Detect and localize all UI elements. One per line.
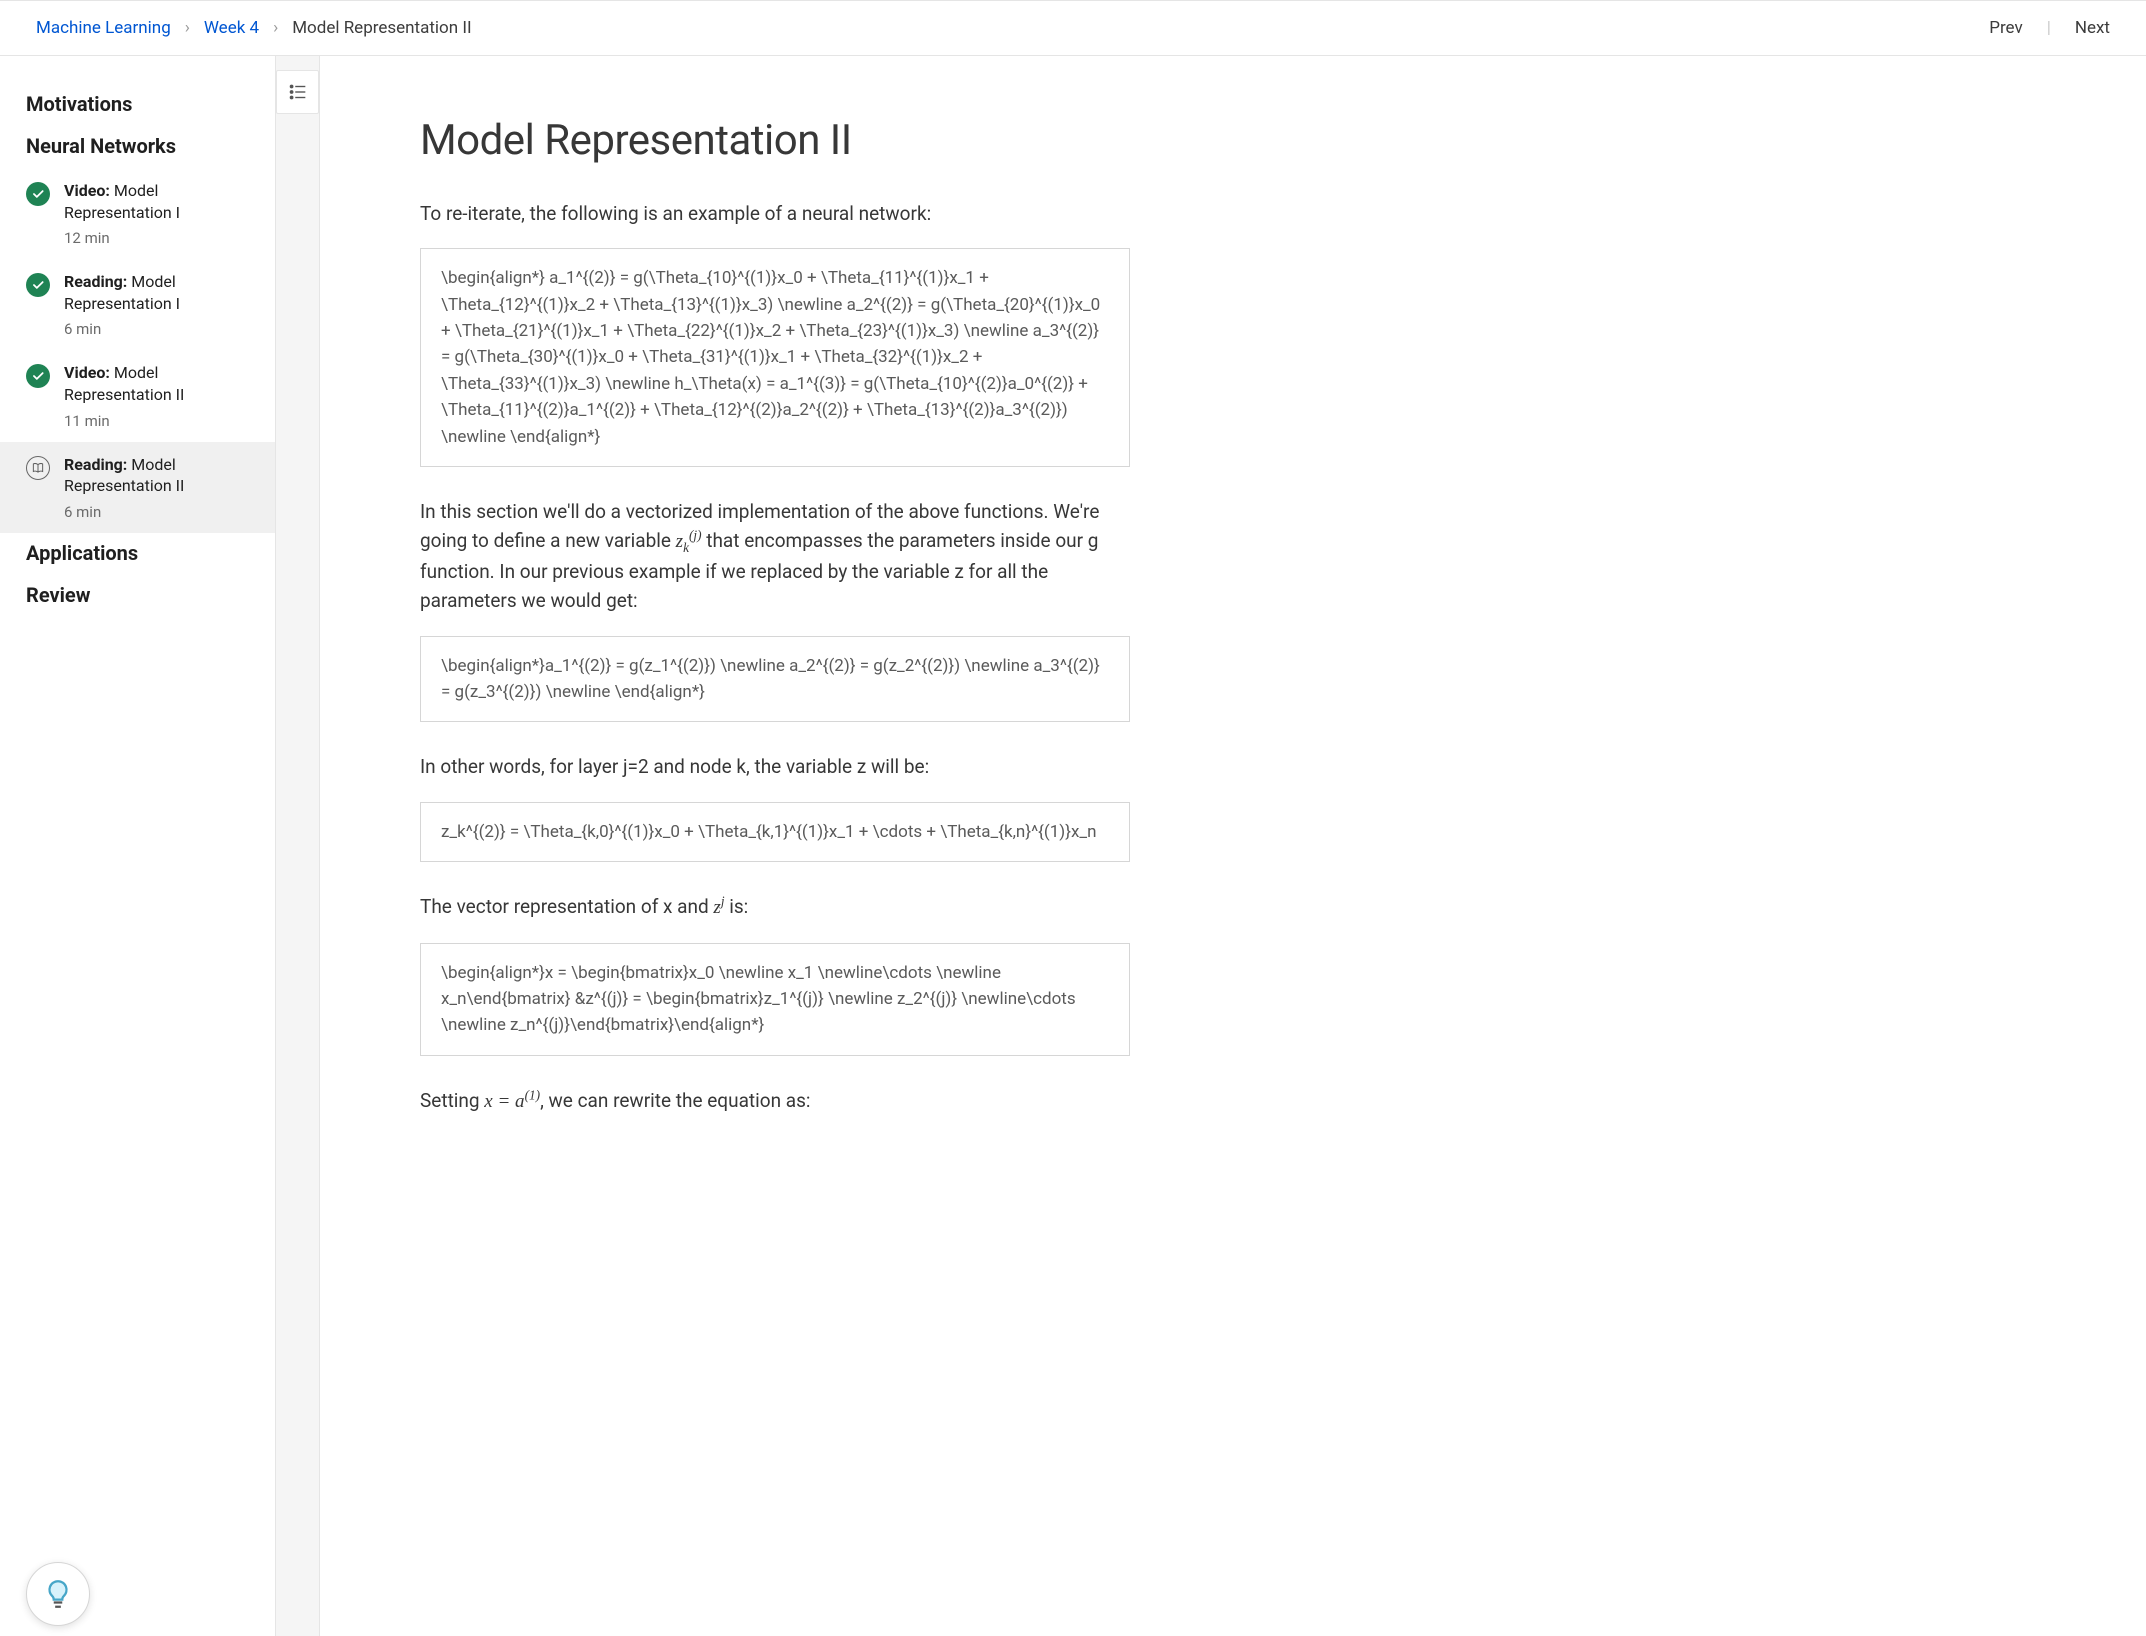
breadcrumb-week[interactable]: Week 4 bbox=[204, 18, 259, 38]
sidebar-item-text: Reading: Model Representation I 6 min bbox=[64, 271, 257, 338]
sidebar-item-text: Reading: Model Representation II 6 min bbox=[64, 454, 257, 521]
paragraph: Setting x = a(1), we can rewrite the equ… bbox=[420, 1086, 1130, 1116]
nav-separator: | bbox=[2047, 18, 2051, 38]
page-title: Model Representation II bbox=[420, 116, 1130, 165]
sidebar-item-video-model-rep-1[interactable]: Video: Model Representation I 12 min bbox=[0, 168, 275, 259]
sidebar-item-text: Video: Model Representation I 12 min bbox=[64, 180, 257, 247]
main-content: Model Representation II To re-iterate, t… bbox=[320, 56, 1210, 1636]
topbar: Machine Learning › Week 4 › Model Repres… bbox=[0, 0, 2146, 56]
book-icon bbox=[26, 456, 50, 480]
sidebar-section-motivations[interactable]: Motivations bbox=[0, 84, 275, 126]
prev-link[interactable]: Prev bbox=[1989, 18, 2022, 38]
paragraph: In other words, for layer j=2 and node k… bbox=[420, 752, 1130, 781]
check-circle-icon bbox=[26, 182, 50, 206]
chevron-right-icon: › bbox=[273, 18, 278, 38]
toc-column bbox=[276, 56, 320, 1636]
next-link[interactable]: Next bbox=[2075, 18, 2110, 38]
sidebar-item-video-model-rep-2[interactable]: Video: Model Representation II 11 min bbox=[0, 350, 275, 441]
sidebar-section-review[interactable]: Review bbox=[0, 575, 275, 617]
sidebar: Motivations Neural Networks Video: Model… bbox=[0, 56, 276, 1636]
check-circle-icon bbox=[26, 364, 50, 388]
toc-toggle-button[interactable] bbox=[276, 70, 319, 114]
math-block: \begin{align*}x = \begin{bmatrix}x_0 \ne… bbox=[420, 943, 1130, 1056]
paragraph: To re-iterate, the following is an examp… bbox=[420, 199, 1130, 228]
math-block: z_k^{(2)} = \Theta_{k,0}^{(1)}x_0 + \The… bbox=[420, 802, 1130, 862]
help-bulb-button[interactable] bbox=[26, 1562, 90, 1626]
sidebar-item-duration: 12 min bbox=[64, 229, 257, 247]
list-icon bbox=[287, 81, 309, 103]
breadcrumb-course[interactable]: Machine Learning bbox=[36, 18, 171, 38]
sidebar-item-reading-model-rep-2[interactable]: Reading: Model Representation II 6 min bbox=[0, 442, 275, 533]
sidebar-item-duration: 6 min bbox=[64, 503, 257, 521]
breadcrumb: Machine Learning › Week 4 › Model Repres… bbox=[36, 18, 472, 38]
sidebar-item-duration: 11 min bbox=[64, 412, 257, 430]
chevron-right-icon: › bbox=[185, 18, 190, 38]
sidebar-item-duration: 6 min bbox=[64, 320, 257, 338]
paragraph: In this section we'll do a vectorized im… bbox=[420, 497, 1130, 616]
sidebar-item-reading-model-rep-1[interactable]: Reading: Model Representation I 6 min bbox=[0, 259, 275, 350]
sidebar-section-applications[interactable]: Applications bbox=[0, 533, 275, 575]
lightbulb-icon bbox=[41, 1577, 75, 1611]
sidebar-item-text: Video: Model Representation II 11 min bbox=[64, 362, 257, 429]
sidebar-section-neural-networks[interactable]: Neural Networks bbox=[0, 126, 275, 168]
math-block: \begin{align*}a_1^{(2)} = g(z_1^{(2)}) \… bbox=[420, 636, 1130, 723]
prev-next-nav: Prev | Next bbox=[1989, 18, 2110, 38]
breadcrumb-page: Model Representation II bbox=[292, 18, 471, 38]
paragraph: The vector representation of x and zj is… bbox=[420, 892, 1130, 922]
math-block: \begin{align*} a_1^{(2)} = g(\Theta_{10}… bbox=[420, 248, 1130, 466]
check-circle-icon bbox=[26, 273, 50, 297]
